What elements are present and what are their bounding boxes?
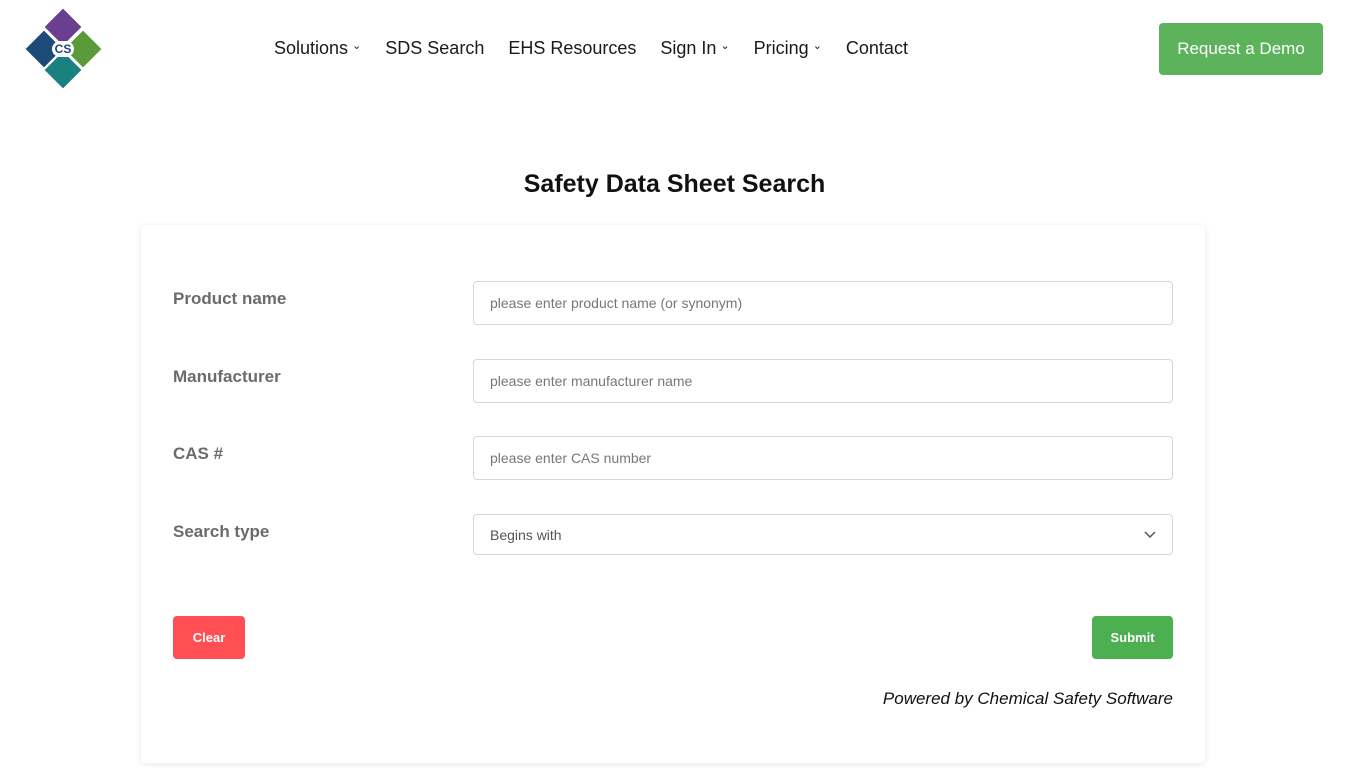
product-name-label: Product name: [173, 289, 287, 308]
cas-input[interactable]: [473, 436, 1173, 480]
nav-item-label: SDS Search: [385, 38, 485, 58]
cas-label: CAS #: [173, 444, 224, 463]
nav-item-ehs-resources[interactable]: EHS Resources: [508, 38, 636, 59]
submit-button[interactable]: Submit: [1092, 616, 1173, 659]
nav-item-label: Sign In: [660, 38, 717, 58]
nav-item-label: Pricing: [753, 38, 809, 58]
search-type-value: Begins with: [490, 526, 562, 543]
logo-text: CS: [52, 41, 74, 57]
chevron-down-icon: [1144, 530, 1156, 538]
chevron-down-icon: ⌄: [720, 40, 730, 52]
search-type-select[interactable]: Begins with: [473, 514, 1173, 555]
nav-item-solutions[interactable]: Solutions ⌄: [274, 38, 361, 59]
nav-item-contact[interactable]: Contact: [846, 38, 908, 59]
main-nav: Solutions ⌄ SDS Search EHS Resources Sign In…: [274, 38, 932, 59]
request-demo-button[interactable]: Request a Demo: [1159, 23, 1323, 75]
nav-item-label: EHS Resources: [508, 38, 637, 58]
sds-search-form: Product name Manufacturer CAS # Search t…: [141, 225, 1205, 763]
product-name-input[interactable]: [473, 281, 1173, 325]
page-title: Safety Data Sheet Search: [523, 170, 826, 198]
search-type-label: Search type: [173, 522, 270, 541]
nav-item-label: Contact: [845, 38, 908, 58]
manufacturer-label: Manufacturer: [173, 367, 281, 386]
clear-button[interactable]: Clear: [173, 616, 245, 659]
powered-by-text: Powered by Chemical Safety Software: [882, 689, 1173, 708]
nav-item-pricing[interactable]: Pricing ⌄: [754, 38, 822, 59]
company-logo[interactable]: CS: [25, 8, 102, 89]
nav-item-label: Solutions: [274, 38, 349, 58]
chevron-down-icon: ⌄: [352, 40, 362, 52]
nav-item-sds-search[interactable]: SDS Search: [385, 38, 484, 59]
manufacturer-input[interactable]: [473, 359, 1173, 403]
chevron-down-icon: ⌄: [812, 40, 822, 52]
nav-item-sign-in[interactable]: Sign In ⌄: [660, 38, 729, 59]
